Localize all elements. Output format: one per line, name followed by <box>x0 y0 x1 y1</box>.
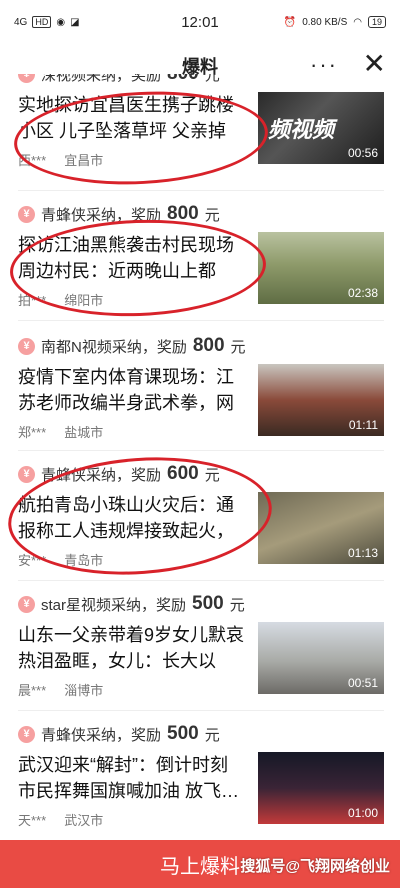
reward-unit: 元 <box>204 206 220 224</box>
user: 天*** <box>18 813 47 828</box>
source-label: 青蜂侠采纳，奖励 <box>41 726 162 744</box>
divider <box>18 320 384 321</box>
user: 晨*** <box>18 683 47 698</box>
reward-unit: 元 <box>204 74 220 84</box>
source-label: 青蜂侠采纳，奖励 <box>41 466 162 484</box>
yen-icon: ¥ <box>18 205 35 223</box>
list-item[interactable]: ¥ 青蜂侠采纳，奖励 800 元 探访江油黑熊袭击村民现场 周边村民：近两晚山上… <box>0 200 400 309</box>
divider <box>18 190 384 191</box>
source-label: 南都N视频采纳，奖励 <box>41 338 187 356</box>
video-thumbnail[interactable]: 01:11 <box>258 364 384 436</box>
duration: 00:51 <box>347 676 378 690</box>
video-thumbnail[interactable]: 00:51 <box>258 622 384 694</box>
city: 淄博市 <box>64 683 104 698</box>
headline[interactable]: 山东一父亲带着9岁女儿默哀 热泪盈眶，女儿：长大以后… <box>18 622 248 674</box>
list-item[interactable]: ¥ 青蜂侠采纳，奖励 600 元 航拍青岛小珠山火灾后：通报称工人违规焊接致起火… <box>0 460 400 569</box>
source-line: ¥ 南都N视频采纳，奖励 800 元 <box>0 332 400 360</box>
list-item[interactable]: ¥ 南都N视频采纳，奖励 800 元 疫情下室内体育课现场：江苏老师改编半身武术… <box>0 332 400 441</box>
duration: 01:13 <box>347 546 378 560</box>
source-line: ¥ star星视频采纳，奖励 500 元 <box>0 590 400 618</box>
headline[interactable]: 疫情下室内体育课现场：江苏老师改编半身武术拳，网友… <box>18 364 248 416</box>
user: 西*** <box>18 153 47 168</box>
submit-tip-button[interactable]: 马上爆料 搜狐号@飞翔网络创业 <box>0 840 400 888</box>
submit-tip-label: 马上爆料 <box>160 855 240 878</box>
city: 宜昌市 <box>64 153 104 168</box>
city: 绵阳市 <box>64 293 104 308</box>
reward-amount: 600 <box>167 463 199 484</box>
reward-amount: 800 <box>192 335 225 356</box>
video-thumbnail[interactable]: 频视频 00:56 <box>258 92 384 164</box>
source-label: 青蜂侠采纳，奖励 <box>41 206 162 224</box>
reward-amount: 500 <box>192 593 224 614</box>
reward-unit: 元 <box>204 466 220 484</box>
thumbnail-overlay-text: 频视频 <box>268 117 335 142</box>
news-feed[interactable]: ¥ 深视频采纳，奖励 800 元 实地探访宜昌医生携子跳楼小区 儿子坠落草坪 父… <box>0 74 400 840</box>
duration: 02:38 <box>347 286 378 300</box>
reward-unit: 元 <box>229 596 245 614</box>
yen-icon: ¥ <box>18 74 35 83</box>
headline[interactable]: 实地探访宜昌医生携子跳楼小区 儿子坠落草坪 父亲掉入… <box>18 92 248 144</box>
user: 拍*** <box>18 293 47 308</box>
headline[interactable]: 武汉迎来“解封”：倒计时刻 市民挥舞国旗喊加油 放飞… <box>18 752 248 804</box>
divider <box>18 710 384 711</box>
reward-amount: 500 <box>167 723 199 744</box>
duration: 01:00 <box>347 806 378 820</box>
yen-icon: ¥ <box>18 595 35 613</box>
reward-unit: 元 <box>230 338 246 356</box>
status-bar: 4G HD ◉ ◪ 12:01 ⏰ 0.80 KB/S ◠ 19 <box>0 0 400 44</box>
divider <box>18 580 384 581</box>
user: 安*** <box>18 553 47 568</box>
source-label: 深视频采纳，奖励 <box>41 74 162 84</box>
list-item[interactable]: ¥ 深视频采纳，奖励 800 元 实地探访宜昌医生携子跳楼小区 儿子坠落草坪 父… <box>0 74 400 169</box>
source-line: ¥ 青蜂侠采纳，奖励 500 元 <box>0 720 400 748</box>
source-label: star星视频采纳，奖励 <box>41 596 187 614</box>
list-item[interactable]: ¥ 青蜂侠采纳，奖励 500 元 武汉迎来“解封”：倒计时刻 市民挥舞国旗喊加油… <box>0 720 400 829</box>
duration: 00:56 <box>347 146 378 160</box>
source-line: ¥ 青蜂侠采纳，奖励 800 元 <box>0 200 400 228</box>
source-line: ¥ 深视频采纳，奖励 800 元 <box>0 74 400 88</box>
user: 郑*** <box>18 425 47 440</box>
city: 青岛市 <box>64 553 104 568</box>
headline[interactable]: 探访江油黑熊袭击村民现场 周边村民：近两晚山上都传… <box>18 232 248 284</box>
headline[interactable]: 航拍青岛小珠山火灾后：通报称工人违规焊接致起火，一… <box>18 492 248 544</box>
video-thumbnail[interactable]: 01:13 <box>258 492 384 564</box>
watermark: 搜狐号@飞翔网络创业 <box>240 858 390 875</box>
reward-amount: 800 <box>167 74 199 85</box>
reward-amount: 800 <box>167 203 199 224</box>
divider <box>18 450 384 451</box>
video-thumbnail[interactable]: 01:00 <box>258 752 384 824</box>
yen-icon: ¥ <box>18 337 35 355</box>
reward-unit: 元 <box>204 726 220 744</box>
duration: 01:11 <box>348 418 378 432</box>
status-time: 12:01 <box>181 13 219 31</box>
yen-icon: ¥ <box>18 725 35 743</box>
city: 武汉市 <box>64 813 104 828</box>
list-item[interactable]: ¥ star星视频采纳，奖励 500 元 山东一父亲带着9岁女儿默哀 热泪盈眶，… <box>0 590 400 699</box>
city: 盐城市 <box>64 425 104 440</box>
yen-icon: ¥ <box>18 465 35 483</box>
video-thumbnail[interactable]: 02:38 <box>258 232 384 304</box>
source-line: ¥ 青蜂侠采纳，奖励 600 元 <box>0 460 400 488</box>
